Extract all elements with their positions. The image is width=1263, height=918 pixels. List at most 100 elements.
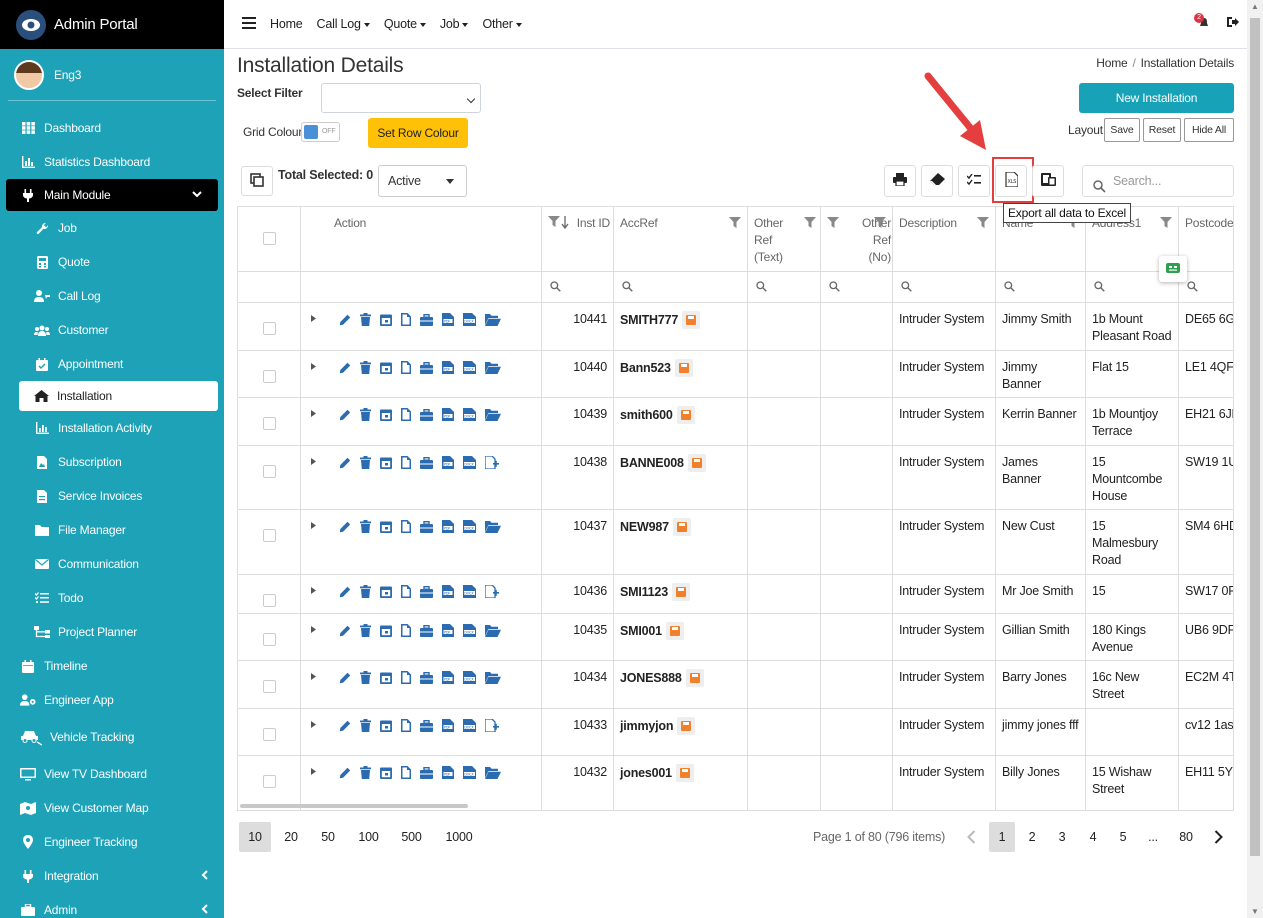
folder-open-icon[interactable] (485, 408, 501, 421)
edit-icon[interactable] (339, 672, 351, 684)
grid-horizontal-scrollbar[interactable] (240, 804, 468, 808)
sidebar-item-installation[interactable]: Installation (19, 381, 218, 411)
file-icon[interactable] (401, 456, 411, 469)
sidebar-item-main-module[interactable]: Main Module (6, 179, 218, 211)
sidebar-item-project-planner[interactable]: Project Planner (0, 615, 224, 649)
trash-icon[interactable] (360, 766, 371, 779)
pdf-file-icon[interactable]: PDF (442, 624, 454, 637)
briefcase-icon[interactable] (420, 520, 433, 533)
sidebar-item-communication[interactable]: Communication (0, 547, 224, 581)
briefcase-icon[interactable] (420, 585, 433, 598)
edit-icon[interactable] (339, 586, 351, 598)
table-row[interactable]: PDF DOCX 10439 smith600 Intruder System Kerri… (238, 398, 1233, 446)
edit-icon[interactable] (339, 521, 351, 533)
docx-file-icon[interactable]: DOCX (463, 719, 476, 732)
breadcrumb-home[interactable]: Home (1096, 56, 1127, 70)
filter-funnel-icon[interactable] (804, 216, 816, 233)
grid-colour-toggle[interactable]: OFF (301, 122, 340, 142)
pdf-file-icon[interactable]: PDF (442, 361, 454, 374)
header-checkbox[interactable] (263, 232, 276, 245)
filter-cell[interactable] (893, 272, 996, 303)
sidebar-item-appointment[interactable]: Appointment (0, 347, 224, 381)
set-row-colour-button[interactable]: Set Row Colour (368, 118, 468, 148)
sidebar-item-dashboard[interactable]: Dashboard (0, 111, 224, 145)
pdf-file-icon[interactable]: PDF (442, 456, 454, 469)
layout-hide-all-button[interactable]: Hide All (1184, 118, 1234, 142)
column-header-description[interactable]: Description (893, 207, 996, 272)
prev-page-icon[interactable] (962, 822, 980, 852)
menu-job[interactable]: Job (440, 17, 469, 31)
row-checkbox[interactable] (263, 322, 276, 335)
new-installation-button[interactable]: New Installation (1079, 83, 1234, 113)
sidebar-item-statistics-dashboard[interactable]: Statistics Dashboard (0, 145, 224, 179)
page-size-option[interactable]: 100 (352, 822, 385, 852)
file-icon[interactable] (401, 520, 411, 533)
filter-cell[interactable] (821, 272, 893, 303)
briefcase-icon[interactable] (420, 719, 433, 732)
hamburger-icon[interactable] (242, 16, 256, 33)
calendar-icon[interactable] (380, 520, 392, 533)
briefcase-icon[interactable] (420, 671, 433, 684)
edit-icon[interactable] (339, 457, 351, 469)
page-size-option[interactable]: 10 (239, 822, 271, 852)
expand-row-icon[interactable] (311, 518, 316, 535)
filter-funnel-icon[interactable] (827, 216, 839, 233)
notification-icon[interactable]: 2 (1194, 12, 1212, 31)
sidebar-item-integration[interactable]: Integration (0, 859, 224, 893)
save-icon[interactable] (671, 583, 690, 601)
filter-cell[interactable] (1179, 272, 1233, 303)
page-size-option[interactable]: 1000 (438, 822, 480, 852)
menu-quote[interactable]: Quote (384, 17, 426, 31)
select-all-button[interactable] (241, 166, 273, 196)
page-scrollbar[interactable]: ▲ ▼ (1247, 0, 1263, 918)
pdf-file-icon[interactable]: PDF (442, 585, 454, 598)
table-row[interactable]: PDF DOCX 10440 Bann523 Intruder System Jimmy … (238, 351, 1233, 398)
expand-row-icon[interactable] (311, 764, 316, 781)
filter-funnel-icon[interactable] (1160, 216, 1172, 233)
page-number[interactable]: 5 (1112, 822, 1134, 852)
expand-row-icon[interactable] (311, 622, 316, 639)
filter-cell[interactable] (996, 272, 1086, 303)
save-icon[interactable] (672, 518, 691, 536)
scroll-down-icon[interactable]: ▼ (1251, 907, 1259, 916)
expand-row-icon[interactable] (311, 669, 316, 686)
table-row[interactable]: PDF DOCX 10438 BANNE008 Intruder System James… (238, 446, 1233, 510)
file-icon[interactable] (401, 719, 411, 732)
sidebar-item-file-manager[interactable]: File Manager (0, 513, 224, 547)
calendar-icon[interactable] (380, 456, 392, 469)
edit-icon[interactable] (339, 314, 351, 326)
page-number[interactable]: 80 (1173, 822, 1199, 852)
sidebar-item-engineer-tracking[interactable]: Engineer Tracking (0, 825, 224, 859)
save-icon[interactable] (675, 764, 694, 782)
column-header-other-ref-text-[interactable]: Other Ref (Text) (748, 207, 821, 272)
pdf-file-icon[interactable]: PDF (442, 766, 454, 779)
docx-file-icon[interactable]: DOCX (463, 313, 476, 326)
sidebar-item-call-log[interactable]: Call Log (0, 279, 224, 313)
sidebar-item-customer[interactable]: Customer (0, 313, 224, 347)
pdf-file-icon[interactable]: PDF (442, 671, 454, 684)
menu-home[interactable]: Home (270, 17, 303, 31)
expand-row-icon[interactable] (311, 311, 316, 328)
row-checkbox[interactable] (263, 775, 276, 788)
menu-other[interactable]: Other (482, 17, 521, 31)
expand-row-icon[interactable] (311, 406, 316, 423)
docx-file-icon[interactable]: DOCX (463, 408, 476, 421)
docx-file-icon[interactable]: DOCX (463, 671, 476, 684)
scroll-thumb[interactable] (1250, 18, 1260, 856)
save-icon[interactable] (674, 359, 693, 377)
save-icon[interactable] (685, 669, 704, 687)
row-checkbox[interactable] (263, 417, 276, 430)
filter-cell[interactable] (614, 272, 748, 303)
trash-icon[interactable] (360, 585, 371, 598)
file-icon[interactable] (401, 766, 411, 779)
page-size-option[interactable]: 20 (277, 822, 305, 852)
column-header-action[interactable]: Action (301, 207, 542, 272)
folder-open-icon[interactable] (485, 313, 501, 326)
header-select-all[interactable] (238, 207, 301, 272)
pdf-file-icon[interactable]: PDF (442, 313, 454, 326)
save-icon[interactable] (676, 406, 695, 424)
save-icon[interactable] (665, 622, 684, 640)
calendar-icon[interactable] (380, 361, 392, 374)
logout-icon[interactable] (1226, 16, 1239, 31)
next-page-icon[interactable] (1209, 822, 1227, 852)
